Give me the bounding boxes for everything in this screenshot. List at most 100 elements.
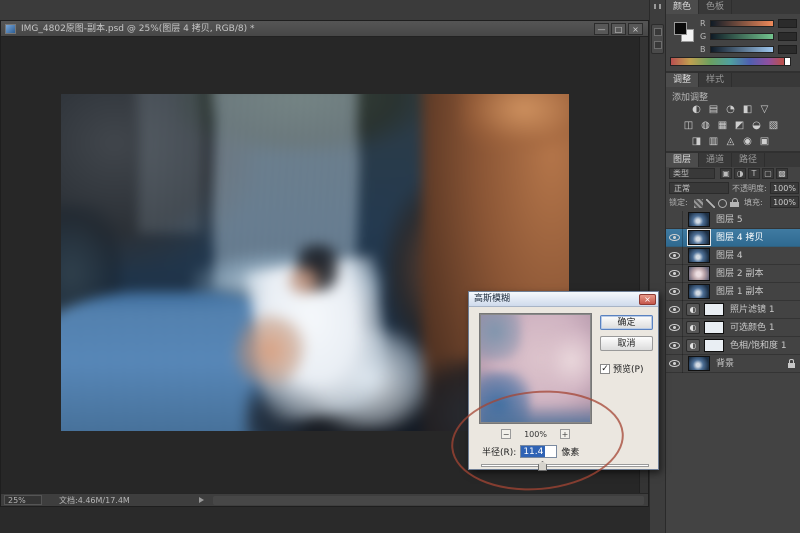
zoom-level-field[interactable]: 25% xyxy=(4,495,42,505)
layer-name[interactable]: 可选颜色 1 xyxy=(730,319,775,337)
layer-name[interactable]: 图层 5 xyxy=(716,211,743,229)
document-titlebar[interactable]: IMG_4802原图-副本.psd @ 25%(图层 4 拷贝, RGB/8) … xyxy=(1,21,648,37)
fill-value[interactable]: 100% xyxy=(770,196,799,208)
layer-thumbnail[interactable] xyxy=(687,229,711,246)
adjustment-layer-icon[interactable]: ◐ xyxy=(686,303,700,316)
color-spectrum-ramp[interactable] xyxy=(670,57,791,66)
adjustment-layer-icon[interactable]: ◐ xyxy=(686,339,700,352)
preview-checkbox-row[interactable]: ✓ 预览(P) xyxy=(600,362,643,375)
layer-mask-thumbnail[interactable] xyxy=(704,339,724,352)
green-slider[interactable] xyxy=(710,33,774,40)
preview-checkbox[interactable]: ✓ xyxy=(600,363,610,374)
layer-row-photo-filter[interactable]: ◐ 照片滤镜 1 xyxy=(666,301,800,319)
selective-color-icon[interactable]: ▣ xyxy=(758,135,771,148)
visibility-toggle[interactable] xyxy=(666,337,683,355)
filter-smart-object-icon[interactable]: ▩ xyxy=(776,168,788,179)
visibility-toggle[interactable] xyxy=(666,301,683,319)
layer-row-layer4-copy[interactable]: 图层 4 拷贝 xyxy=(666,229,800,247)
visibility-toggle[interactable] xyxy=(666,355,683,373)
vibrance-icon[interactable]: ▽ xyxy=(758,103,771,116)
filter-pixel-icon[interactable]: ▣ xyxy=(720,168,732,179)
layer-name[interactable]: 图层 2 副本 xyxy=(716,265,763,283)
posterize-icon[interactable]: ▥ xyxy=(707,135,720,148)
layer-thumbnail[interactable] xyxy=(688,266,710,281)
foreground-color-swatch[interactable] xyxy=(674,22,687,35)
lock-all-icon[interactable] xyxy=(730,198,739,207)
tab-channels[interactable]: 通道 xyxy=(699,153,733,167)
blue-value-field[interactable] xyxy=(778,45,797,54)
tab-swatches[interactable]: 色板 xyxy=(699,0,733,14)
layer-name[interactable]: 图层 4 拷贝 xyxy=(716,229,763,247)
layer-name[interactable]: 色相/饱和度 1 xyxy=(730,337,787,355)
opacity-value[interactable]: 100% xyxy=(770,182,799,194)
layer-thumbnail[interactable] xyxy=(688,212,710,227)
threshold-icon[interactable]: ◬ xyxy=(724,135,737,148)
visibility-toggle[interactable] xyxy=(666,265,683,283)
visibility-toggle[interactable] xyxy=(666,319,683,337)
layer-row-background[interactable]: 背景 xyxy=(666,355,800,373)
expand-panels-icon[interactable] xyxy=(654,4,661,9)
layer-row-layer2-copy[interactable]: 图层 2 副本 xyxy=(666,265,800,283)
layer-name[interactable]: 图层 4 xyxy=(716,247,743,265)
green-value-field[interactable] xyxy=(778,32,797,41)
layer-row-layer5[interactable]: 图层 5 xyxy=(666,211,800,229)
tab-paths[interactable]: 路径 xyxy=(732,153,766,167)
layer-mask-thumbnail[interactable] xyxy=(704,303,724,316)
horizontal-scrollbar[interactable] xyxy=(213,496,644,505)
history-panel-icon[interactable] xyxy=(654,28,662,36)
minimize-button[interactable]: — xyxy=(594,23,609,35)
filter-type-icon[interactable]: T xyxy=(748,168,760,179)
visibility-toggle[interactable] xyxy=(666,229,683,247)
tab-styles[interactable]: 样式 xyxy=(699,73,733,87)
layer-row-layer4[interactable]: 图层 4 xyxy=(666,247,800,265)
color-balance-icon[interactable]: ◍ xyxy=(699,119,712,132)
dialog-titlebar[interactable]: 高斯模糊 xyxy=(469,292,658,307)
lock-pixels-icon[interactable] xyxy=(706,199,715,208)
dialog-close-button[interactable]: × xyxy=(639,294,656,305)
lock-position-icon[interactable] xyxy=(718,199,727,208)
status-arrow-icon[interactable] xyxy=(199,497,204,503)
filter-adjustment-icon[interactable]: ◑ xyxy=(734,168,746,179)
collapsed-panel-buttons[interactable] xyxy=(651,24,664,54)
restore-button[interactable]: □ xyxy=(611,23,626,35)
layer-name[interactable]: 背景 xyxy=(716,355,734,373)
red-slider[interactable] xyxy=(710,20,774,27)
properties-panel-icon[interactable] xyxy=(654,41,662,49)
lock-transparency-icon[interactable] xyxy=(694,199,703,208)
ok-button[interactable]: 确定 xyxy=(600,315,653,330)
hue-saturation-icon[interactable]: ◫ xyxy=(682,119,695,132)
gradient-map-icon[interactable]: ◉ xyxy=(741,135,754,148)
brightness-contrast-icon[interactable]: ◐ xyxy=(690,103,703,116)
close-button[interactable]: × xyxy=(628,23,643,35)
visibility-toggle[interactable] xyxy=(666,211,683,229)
channel-mixer-icon[interactable]: ◒ xyxy=(750,119,763,132)
layer-mask-thumbnail[interactable] xyxy=(704,321,724,334)
curves-icon[interactable]: ◔ xyxy=(724,103,737,116)
visibility-toggle[interactable] xyxy=(666,283,683,301)
levels-icon[interactable]: ▤ xyxy=(707,103,720,116)
black-white-icon[interactable]: ▦ xyxy=(716,119,729,132)
layer-name[interactable]: 图层 1 副本 xyxy=(716,283,763,301)
blue-slider[interactable] xyxy=(710,46,774,53)
exposure-icon[interactable]: ◧ xyxy=(741,103,754,116)
color-lookup-icon[interactable]: ▧ xyxy=(767,119,780,132)
photo-filter-icon[interactable]: ◩ xyxy=(733,119,746,132)
cancel-button[interactable]: 取消 xyxy=(600,336,653,351)
tab-layers[interactable]: 图层 xyxy=(666,153,700,167)
invert-icon[interactable]: ◨ xyxy=(690,135,703,148)
layer-row-selective-color[interactable]: ◐ 可选颜色 1 xyxy=(666,319,800,337)
tab-color[interactable]: 颜色 xyxy=(666,0,700,14)
layer-name[interactable]: 照片滤镜 1 xyxy=(730,301,775,319)
tab-adjustments[interactable]: 调整 xyxy=(666,73,700,87)
filter-shape-icon[interactable]: ▢ xyxy=(762,168,774,179)
adjustment-layer-icon[interactable]: ◐ xyxy=(686,321,700,334)
layer-thumbnail[interactable] xyxy=(688,248,710,263)
layer-row-layer1-copy[interactable]: 图层 1 副本 xyxy=(666,283,800,301)
red-value-field[interactable] xyxy=(778,19,797,28)
visibility-toggle[interactable] xyxy=(666,247,683,265)
white-swatch[interactable] xyxy=(784,57,791,66)
blend-mode-dropdown[interactable]: 正常 xyxy=(669,182,729,194)
layer-row-hue-saturation[interactable]: ◐ 色相/饱和度 1 xyxy=(666,337,800,355)
filter-kind-dropdown[interactable]: 类型 xyxy=(669,168,715,179)
layer-thumbnail[interactable] xyxy=(688,356,710,371)
